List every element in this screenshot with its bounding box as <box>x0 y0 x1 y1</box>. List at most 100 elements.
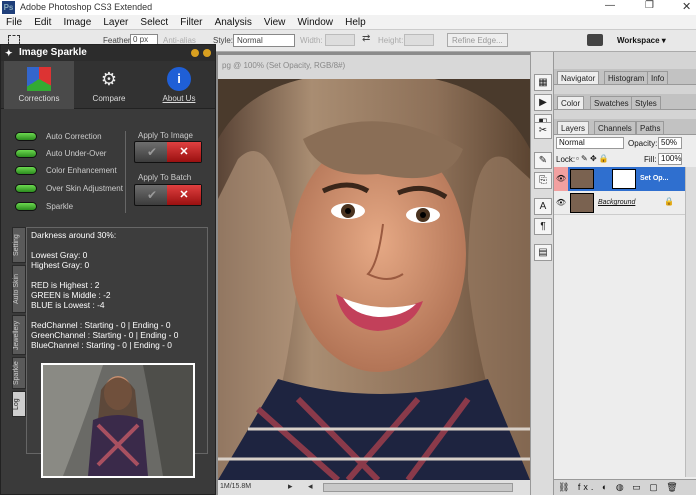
character-icon[interactable]: A <box>534 198 552 215</box>
collapse-icon[interactable]: ✦ <box>5 45 13 61</box>
scroll-left-icon[interactable]: ◂ <box>308 481 313 492</box>
layers-bottom-bar: ⛓ fx. ◐ ◍ ▭ ▢ 🗑 <box>554 479 696 495</box>
tab-corrections[interactable]: Corrections <box>4 61 74 109</box>
tab-channels[interactable]: Channels <box>594 121 636 134</box>
tab-swatches[interactable]: Swatches <box>590 96 633 109</box>
plugin-title: ✦ Image Sparkle <box>1 45 215 61</box>
cancel-icon[interactable]: ✕ <box>167 142 201 162</box>
opacity-label: Opacity: <box>628 139 658 148</box>
side-tab-setting[interactable]: Setting <box>12 227 26 263</box>
horizontal-scrollbar[interactable] <box>323 483 513 492</box>
panel-group-navigator: Navigator Histogram Info <box>554 69 696 85</box>
close-icon[interactable] <box>203 49 211 57</box>
menu-edit[interactable]: Edit <box>34 17 51 28</box>
style-select[interactable]: Normal <box>233 34 295 47</box>
layer-name: Set Op... <box>640 175 669 182</box>
lock-icon: 🔒 <box>664 197 674 206</box>
tab-corrections-label: Corrections <box>18 94 60 103</box>
check-icon[interactable]: ✔ <box>135 142 169 162</box>
menu-image[interactable]: Image <box>63 17 91 28</box>
apply-image-button[interactable]: ✔ ✕ <box>134 141 202 163</box>
side-tab-auto-skin[interactable]: Auto Skin <box>12 265 26 313</box>
swap-icon[interactable]: ⇄ <box>362 33 370 44</box>
toggle-led[interactable] <box>15 202 37 211</box>
navigator-icon[interactable]: ▦ <box>534 74 552 91</box>
menu-file[interactable]: File <box>6 17 22 28</box>
maximize-icon[interactable]: ❐ <box>645 0 654 11</box>
right-panels: Navigator Histogram Info Color Swatches … <box>554 52 696 495</box>
layer-comps-icon[interactable]: ▤ <box>534 244 552 261</box>
tab-about-label: About Us <box>162 94 196 103</box>
status-arrow-icon[interactable]: ▸ <box>288 481 293 492</box>
toggle-led[interactable] <box>15 132 37 141</box>
visibility-eye-icon[interactable]: 👁 <box>554 167 568 191</box>
tab-navigator[interactable]: Navigator <box>557 71 600 84</box>
cancel-icon[interactable]: ✕ <box>167 185 201 205</box>
panel-icon-strip: ▦ ▶ ◧ ✂ ✎ ⎘ A ¶ ▤ <box>530 52 554 495</box>
layers-scrollbar[interactable] <box>685 167 696 477</box>
tab-paths[interactable]: Paths <box>636 121 665 134</box>
portrait-photo <box>218 79 530 480</box>
minimize-icon[interactable]: — <box>605 0 615 11</box>
paragraph-icon[interactable]: ¶ <box>534 218 552 235</box>
height-input[interactable] <box>404 34 434 46</box>
image-sparkle-panel: ✦ Image Sparkle Corrections ⚙ Compare i … <box>0 44 216 495</box>
toggle-led[interactable] <box>15 184 37 193</box>
check-icon[interactable]: ✔ <box>135 185 169 205</box>
bridge-icon[interactable] <box>587 34 603 46</box>
tab-layers[interactable]: Layers <box>557 121 590 134</box>
layer-row[interactable]: 👁 Background 🔒 <box>554 191 685 215</box>
fill-label: Fill: <box>644 155 657 164</box>
workspace-menu[interactable]: Workspace ▾ <box>617 36 666 45</box>
menu-layer[interactable]: Layer <box>103 17 128 28</box>
toggle-led[interactable] <box>15 166 37 175</box>
side-tab-log[interactable]: Log <box>12 391 26 417</box>
menu-help[interactable]: Help <box>345 17 366 28</box>
toggle-led[interactable] <box>15 149 37 158</box>
brush-icon[interactable]: ✎ <box>534 152 552 169</box>
tab-color[interactable]: Color <box>557 96 585 109</box>
apply-image-label: Apply To Image <box>138 131 193 140</box>
layer-actions-icons[interactable]: ⛓ fx. ◐ ◍ ▭ ▢ 🗑 <box>558 482 681 493</box>
title-bar: Ps Adobe Photoshop CS3 Extended — ❐ ✕ <box>0 0 696 15</box>
menu-view[interactable]: View <box>264 17 286 28</box>
fill-input[interactable]: 100% <box>658 153 682 165</box>
menu-window[interactable]: Window <box>297 17 333 28</box>
minimize-icon[interactable] <box>191 49 199 57</box>
layers-panel: Normal Opacity: 50% Lock: ▫ ✎ ✥ 🔒 Fill: … <box>554 135 696 479</box>
gear-icon: ⚙ <box>100 69 118 89</box>
plugin-tabs: Corrections ⚙ Compare i About Us <box>1 61 215 109</box>
menu-filter[interactable]: Filter <box>180 17 202 28</box>
opacity-input[interactable]: 50% <box>658 137 682 149</box>
document-canvas[interactable] <box>218 79 530 480</box>
document-tab[interactable]: pg @ 100% (Set Opacity, RGB/8#) <box>218 55 530 79</box>
history-icon[interactable]: ▶ <box>534 94 552 111</box>
visibility-eye-icon[interactable]: 👁 <box>554 191 568 215</box>
tab-info[interactable]: Info <box>647 71 669 84</box>
blend-mode-select[interactable]: Normal <box>556 137 624 149</box>
side-tab-sparkle[interactable]: Sparkle <box>12 357 26 389</box>
tab-histogram[interactable]: Histogram <box>604 71 649 84</box>
tab-styles[interactable]: Styles <box>631 96 661 109</box>
tab-about-us[interactable]: i About Us <box>144 61 214 109</box>
status-bar: 1M/15.8M ▸ ◂ <box>218 480 530 495</box>
clone-icon[interactable]: ⎘ <box>534 172 552 189</box>
side-tab-jewellery[interactable]: Jewellery <box>12 315 26 355</box>
layer-row[interactable]: 👁 Set Op... <box>554 167 685 191</box>
apply-batch-button[interactable]: ✔ ✕ <box>134 184 202 206</box>
window-title: Adobe Photoshop CS3 Extended <box>20 2 153 12</box>
tools-icon[interactable]: ✂ <box>534 122 552 139</box>
close-icon[interactable]: ✕ <box>682 0 691 13</box>
height-label: Height: <box>378 36 404 45</box>
log-line: Lowest Gray: 0 <box>31 250 88 260</box>
log-line: GREEN is Middle : -2 <box>31 290 111 300</box>
lock-icons[interactable]: ▫ ✎ ✥ 🔒 <box>576 154 609 163</box>
refine-edge-button[interactable]: Refine Edge... <box>447 33 508 47</box>
width-input[interactable] <box>325 34 355 46</box>
log-line: RedChannel : Starting - 0 | Ending - 0 <box>31 320 171 330</box>
tab-compare[interactable]: ⚙ Compare <box>74 61 144 109</box>
menu-analysis[interactable]: Analysis <box>215 17 252 28</box>
menu-select[interactable]: Select <box>140 17 168 28</box>
